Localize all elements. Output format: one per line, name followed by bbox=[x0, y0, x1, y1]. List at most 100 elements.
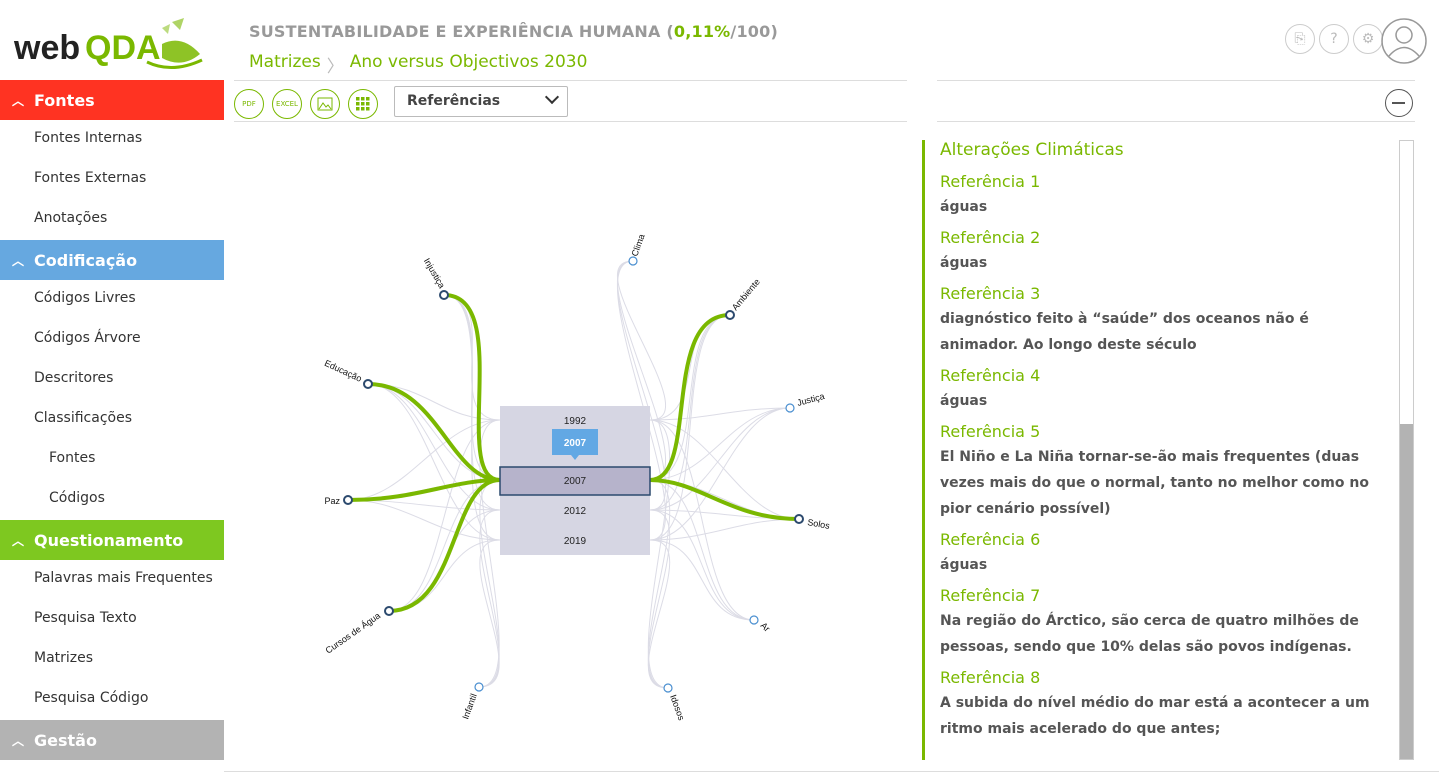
panel-scrollbar[interactable] bbox=[1399, 140, 1414, 760]
section-codificacao[interactable]: ︿ Codificação bbox=[0, 240, 224, 280]
chevron-up-icon: ︿ bbox=[12, 733, 25, 748]
node-circle[interactable] bbox=[785, 403, 795, 413]
node-circle[interactable] bbox=[794, 514, 804, 524]
node-circle[interactable] bbox=[474, 682, 484, 692]
sidebar-item-codigos-arvore[interactable]: Códigos Árvore bbox=[34, 318, 141, 358]
node-circle[interactable] bbox=[663, 683, 673, 693]
node-label[interactable]: Ar bbox=[759, 620, 772, 633]
year-label[interactable]: 2012 bbox=[564, 506, 587, 517]
clipboard-icon[interactable]: ⎘ bbox=[1285, 24, 1315, 54]
year-label[interactable]: 1992 bbox=[564, 416, 587, 427]
bundle-link bbox=[647, 419, 671, 689]
section-questionamento[interactable]: ︿ Questionamento bbox=[0, 520, 224, 560]
node-label[interactable]: Educação bbox=[323, 358, 364, 384]
section-fontes[interactable]: ︿ Fontes bbox=[0, 80, 224, 120]
chevron-down-icon bbox=[544, 89, 560, 105]
node-label[interactable]: Clima bbox=[629, 233, 646, 258]
sidebar-item-pesquisa-texto[interactable]: Pesquisa Texto bbox=[34, 598, 137, 638]
sidebar-item-anotacoes[interactable]: Anotações bbox=[34, 198, 107, 238]
sidebar-item-descritores[interactable]: Descritores bbox=[34, 358, 113, 398]
reference-title[interactable]: Referência 7 bbox=[940, 584, 1400, 608]
reference-title[interactable]: Referência 4 bbox=[940, 364, 1400, 388]
references-select-value: Referências bbox=[407, 93, 501, 109]
sidebar-item-fontes-internas[interactable]: Fontes Internas bbox=[34, 118, 142, 158]
grid-icon[interactable] bbox=[348, 89, 378, 119]
pct-open: ( bbox=[660, 22, 674, 41]
bundle-link bbox=[649, 407, 791, 541]
scrollbar-thumb[interactable] bbox=[1400, 424, 1413, 759]
node-label[interactable]: Justiça bbox=[796, 391, 826, 408]
section-gestao[interactable]: ︿ Gestão bbox=[0, 720, 224, 760]
settings-icon[interactable]: ⚙ bbox=[1353, 24, 1383, 54]
sidebar-subitem-fontes[interactable]: Fontes bbox=[49, 438, 95, 478]
reference-text: A subida do nível médio do mar está a ac… bbox=[940, 695, 1370, 737]
chevron-up-icon: ︿ bbox=[12, 533, 25, 548]
reference-text: águas bbox=[940, 199, 988, 215]
reference-text: águas bbox=[940, 255, 988, 271]
top-icons: ⎘ ? ⚙ bbox=[1285, 24, 1383, 54]
breadcrumb-current: Ano versus Objectivos 2030 bbox=[349, 52, 588, 72]
reference-title[interactable]: Referência 3 bbox=[940, 282, 1400, 306]
node-label[interactable]: Ambiente bbox=[730, 277, 762, 313]
sidebar-item-fontes-externas[interactable]: Fontes Externas bbox=[34, 158, 146, 198]
sidebar: web QDA ︿ Fontes Fontes Internas Fontes … bbox=[0, 0, 224, 775]
reference-title[interactable]: Referência 2 bbox=[940, 226, 1400, 250]
references-panel: Alterações Climáticas Referência 1 águas R… bbox=[922, 140, 1400, 760]
node-label[interactable]: Infantil bbox=[460, 692, 478, 720]
bundle-link bbox=[388, 419, 501, 612]
references-select[interactable]: Referências bbox=[394, 86, 568, 117]
sidebar-item-matrizes[interactable]: Matrizes bbox=[34, 638, 93, 678]
node-circle[interactable] bbox=[439, 290, 449, 300]
sidebar-subitem-codigos[interactable]: Códigos bbox=[49, 478, 105, 518]
node-label[interactable]: Solos bbox=[807, 517, 831, 531]
webqda-logo[interactable]: web QDA bbox=[12, 14, 212, 74]
node-circle[interactable] bbox=[363, 379, 373, 389]
user-avatar[interactable] bbox=[1380, 17, 1428, 65]
sidebar-item-codigos-livres[interactable]: Códigos Livres bbox=[34, 278, 136, 318]
export-pdf-button[interactable]: PDF bbox=[234, 89, 264, 119]
project-title: SUSTENTABILIDADE E EXPERIÊNCIA HUMANA (0… bbox=[249, 22, 778, 41]
node-label[interactable]: Paz bbox=[324, 496, 340, 506]
chord-chart: 1992 2007 2007 2012 2019 Clima Ambiente Justiça… bbox=[234, 122, 907, 772]
export-excel-button[interactable]: EXCEL bbox=[272, 89, 302, 119]
reference-text: Na região do Árctico, são cerca de quatr… bbox=[940, 613, 1359, 655]
bundle-link bbox=[649, 539, 755, 621]
pct-close: /100) bbox=[730, 22, 778, 41]
bundle-link bbox=[649, 314, 731, 421]
year-label[interactable]: 2007 bbox=[564, 476, 587, 487]
year-label[interactable]: 2019 bbox=[564, 536, 587, 547]
node-circle[interactable] bbox=[384, 606, 394, 616]
reference-title[interactable]: Referência 5 bbox=[940, 420, 1400, 444]
reference-title[interactable]: Referência 6 bbox=[940, 528, 1400, 552]
reference-text: águas bbox=[940, 557, 988, 573]
node-label[interactable]: Cursos de Água bbox=[324, 610, 383, 655]
node-label[interactable]: Injustiça bbox=[422, 256, 447, 290]
project-name: SUSTENTABILIDADE E EXPERIÊNCIA HUMANA bbox=[249, 22, 661, 41]
reference-title[interactable]: Referência 1 bbox=[940, 170, 1400, 194]
node-circle[interactable] bbox=[749, 615, 759, 625]
sidebar-item-classificacoes[interactable]: Classificações bbox=[34, 398, 132, 438]
reference-text: diagnóstico feito à “saúde” dos oceanos … bbox=[940, 311, 1309, 353]
node-circle[interactable] bbox=[725, 310, 735, 320]
help-icon[interactable]: ? bbox=[1319, 24, 1349, 54]
sidebar-item-pesquisa-codigo[interactable]: Pesquisa Código bbox=[34, 678, 148, 718]
breadcrumb-matrizes[interactable]: Matrizes bbox=[249, 52, 321, 77]
section-questionamento-label: Questionamento bbox=[34, 530, 184, 550]
divider bbox=[224, 771, 1439, 772]
chevron-up-icon: ︿ bbox=[12, 93, 25, 108]
node-label[interactable]: Idosos bbox=[668, 693, 687, 722]
sidebar-item-palavras-frequentes[interactable]: Palavras mais Frequentes bbox=[34, 558, 213, 598]
logo-text-qda: QDA bbox=[85, 29, 161, 67]
node-circle[interactable] bbox=[343, 495, 353, 505]
node-circle[interactable] bbox=[628, 256, 638, 266]
section-fontes-label: Fontes bbox=[34, 90, 95, 110]
toolbar: PDF EXCEL Referências bbox=[234, 80, 907, 122]
tooltip-year-label[interactable]: 2007 bbox=[564, 438, 587, 449]
reference-title[interactable]: Referência 8 bbox=[940, 666, 1400, 690]
section-codificacao-label: Codificação bbox=[34, 250, 138, 270]
collapse-button[interactable] bbox=[1385, 89, 1413, 117]
reference-text: águas bbox=[940, 393, 988, 409]
bundle-link bbox=[617, 260, 666, 421]
bundle-link bbox=[649, 479, 800, 520]
image-icon[interactable] bbox=[310, 89, 340, 119]
